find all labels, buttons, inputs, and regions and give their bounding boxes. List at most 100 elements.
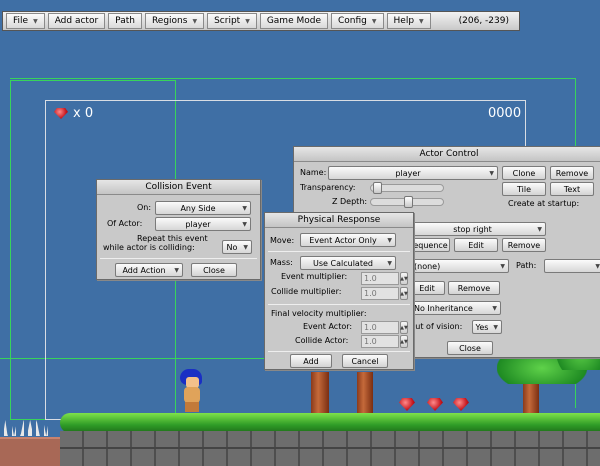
path-select[interactable]: ▼ <box>544 259 600 273</box>
gem-count-text: x 0 <box>73 106 94 121</box>
player-actor[interactable] <box>178 369 206 413</box>
chevron-down-icon: ▼ <box>33 17 38 25</box>
repeat-value: No <box>226 242 238 252</box>
divider <box>268 351 410 352</box>
mass-select[interactable]: Use Calculated ▼ <box>300 256 396 270</box>
collide-multiplier-input[interactable]: 1.0 <box>361 287 399 300</box>
create-at-startup-label: Create at startup: <box>508 199 580 208</box>
add-action-button[interactable]: Add Action ▼ <box>115 263 183 277</box>
z-depth-label: Z Depth: <box>332 197 368 206</box>
mass-value: Use Calculated <box>313 258 373 268</box>
menu-help[interactable]: Help ▼ <box>386 13 431 29</box>
player-body <box>184 387 200 403</box>
edit-animation-button[interactable]: Edit <box>454 238 498 252</box>
cancel-button[interactable]: Cancel <box>342 354 388 368</box>
spikes <box>3 420 49 436</box>
inheritance-value: No Inheritance <box>414 303 473 313</box>
menu-path[interactable]: Path <box>108 13 142 29</box>
collide-actor-label: Collide Actor: <box>295 336 349 345</box>
menu-script-label: Script <box>214 16 241 26</box>
chevron-down-icon: ▼ <box>492 304 497 312</box>
clone-button[interactable]: Clone <box>502 166 546 180</box>
event-multiplier-input[interactable]: 1.0 <box>361 272 399 285</box>
remove-event-button[interactable]: Remove <box>448 281 500 295</box>
name-label: Name: <box>300 168 327 177</box>
move-select[interactable]: Event Actor Only ▼ <box>300 233 396 247</box>
event-actor-input[interactable]: 1.0 <box>361 321 399 334</box>
actor-name-value: player <box>395 168 421 178</box>
menu-add-actor[interactable]: Add actor <box>47 13 106 29</box>
event-actor-label: Event Actor: <box>303 322 353 331</box>
gem-counter: x 0 <box>54 106 93 121</box>
stone-ground <box>60 431 600 466</box>
of-actor-select[interactable]: player ▼ <box>155 217 251 231</box>
score-display: 0000 <box>488 106 522 121</box>
spinner-icon[interactable]: ▲▼ <box>400 335 408 348</box>
chevron-down-icon: ▼ <box>245 17 250 25</box>
edit-button[interactable]: Edit <box>409 281 445 295</box>
cursor-coordinates: (206, -239) <box>458 16 509 26</box>
out-of-vision-label: Out of vision: <box>409 322 463 331</box>
menu-file[interactable]: File ▼ <box>6 13 45 29</box>
remove-animation-button[interactable]: Remove <box>502 238 546 252</box>
mass-label: Mass: <box>270 258 293 267</box>
menu-config-label: Config <box>338 16 367 26</box>
z-depth-slider[interactable] <box>370 196 444 208</box>
repeat-label-1: Repeat this event <box>137 234 208 243</box>
chevron-down-icon: ▼ <box>500 262 505 270</box>
parent-select[interactable]: (none) ▼ <box>409 259 509 273</box>
close-collision-button[interactable]: Close <box>191 263 237 277</box>
text-button[interactable]: Text <box>550 182 594 196</box>
chevron-down-icon: ▼ <box>242 220 247 228</box>
animation-select[interactable]: stop right ▼ <box>409 222 546 236</box>
close-actor-control-button[interactable]: Close <box>447 341 493 355</box>
menu-path-label: Path <box>115 16 135 26</box>
final-velocity-label: Final velocity multiplier: <box>271 309 367 318</box>
menu-bar: File ▼ Add actor Path Regions ▼ Script ▼ Ga… <box>2 11 520 31</box>
transparency-label: Transparency: <box>300 183 356 192</box>
spinner-icon[interactable]: ▲▼ <box>400 287 408 300</box>
chevron-down-icon: ▼ <box>243 243 248 251</box>
chevron-down-icon: ▼ <box>419 17 424 25</box>
game-editor-canvas[interactable]: File ▼ Add actor Path Regions ▼ Script ▼ Ga… <box>0 0 600 466</box>
menu-regions-label: Regions <box>151 16 188 26</box>
spinner-icon[interactable]: ▲▼ <box>400 321 408 334</box>
inheritance-select[interactable]: No Inheritance ▼ <box>409 301 501 315</box>
menu-script[interactable]: Script ▼ <box>207 13 257 29</box>
gem-icon <box>54 108 68 119</box>
chevron-down-icon: ▼ <box>387 259 392 267</box>
menu-game-mode[interactable]: Game Mode <box>259 13 328 29</box>
animation-value: stop right <box>453 224 492 234</box>
actor-name-select[interactable]: player ▼ <box>328 166 498 180</box>
menu-config[interactable]: Config ▼ <box>331 13 384 29</box>
move-value: Event Actor Only <box>309 235 377 245</box>
tree-trunk <box>357 372 373 414</box>
repeat-select[interactable]: No ▼ <box>222 240 252 254</box>
slider-knob[interactable] <box>373 182 382 194</box>
side-value: Any Side <box>180 203 216 213</box>
chevron-down-icon: ▼ <box>174 266 179 274</box>
collision-event-title: Collision Event <box>97 180 260 195</box>
of-actor-label: Of Actor: <box>107 219 143 228</box>
out-of-vision-value: Yes <box>475 322 489 332</box>
add-button[interactable]: Add <box>290 354 332 368</box>
region-outline <box>10 78 576 80</box>
out-of-vision-select[interactable]: Yes ▼ <box>472 320 502 334</box>
divider <box>268 251 410 252</box>
of-actor-value: player <box>185 219 211 229</box>
event-multiplier-label: Event multiplier: <box>281 272 348 281</box>
tree-trunk <box>311 372 329 414</box>
menu-file-label: File <box>13 16 29 26</box>
chevron-down-icon: ▼ <box>489 169 494 177</box>
side-select[interactable]: Any Side ▼ <box>155 201 251 215</box>
actor-control-title: Actor Control <box>294 147 600 162</box>
collide-actor-input[interactable]: 1.0 <box>361 335 399 348</box>
slider-knob[interactable] <box>404 196 413 208</box>
on-label: On: <box>137 203 152 212</box>
menu-regions[interactable]: Regions ▼ <box>144 13 205 29</box>
remove-actor-button[interactable]: Remove <box>550 166 594 180</box>
spinner-icon[interactable]: ▲▼ <box>400 272 408 285</box>
collide-multiplier-label: Collide multiplier: <box>271 287 342 296</box>
transparency-slider[interactable] <box>370 182 444 194</box>
tile-button[interactable]: Tile <box>502 182 546 196</box>
